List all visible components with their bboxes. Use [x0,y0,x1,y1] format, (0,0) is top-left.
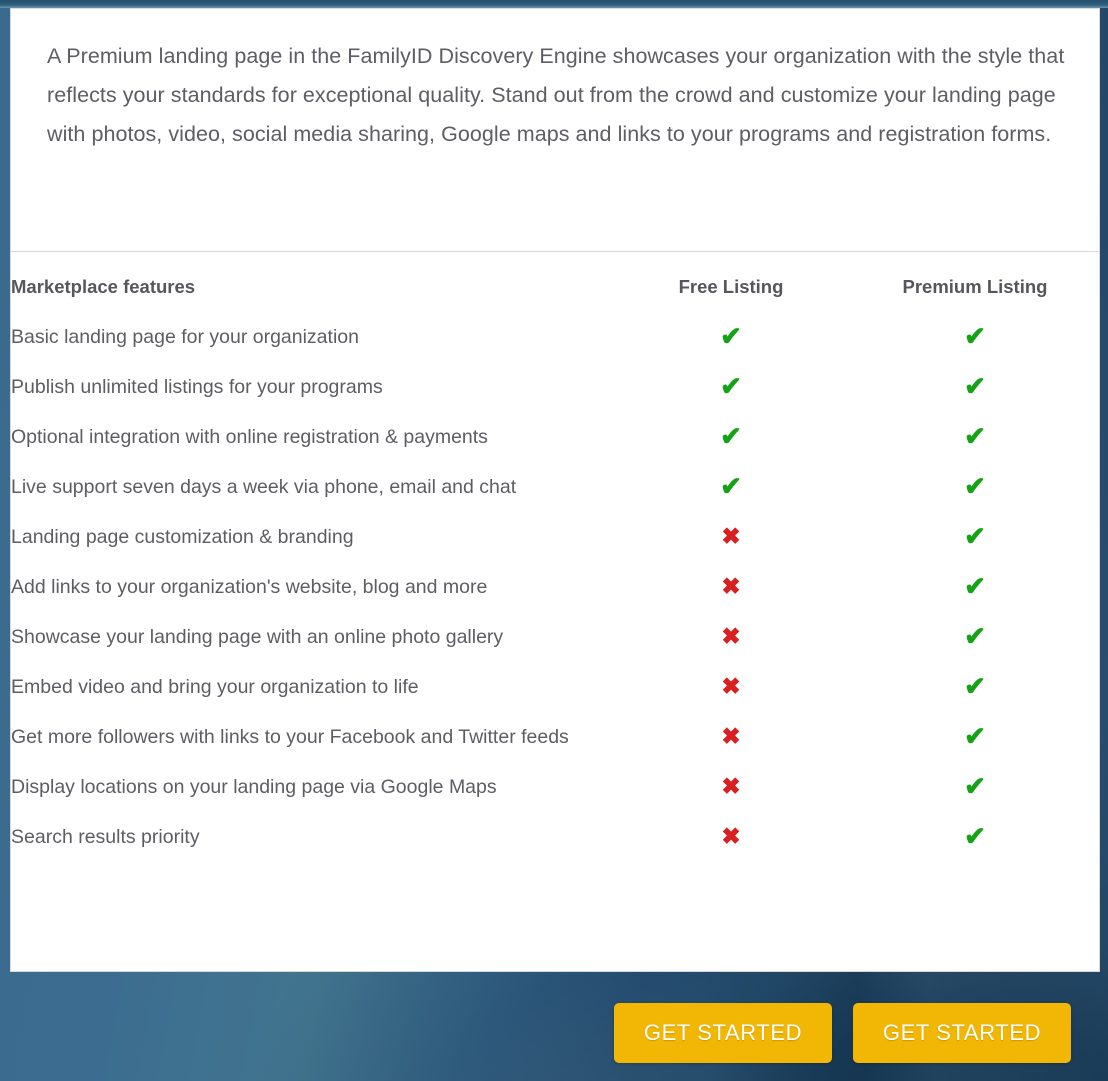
check-icon: ✔ [964,671,986,701]
table-body: Basic landing page for your organization… [11,312,1099,862]
column-header-free-listing: Free Listing [678,276,784,297]
feature-label: Publish unlimited listings for your prog… [11,375,383,398]
feature-label: Get more followers with links to your Fa… [11,725,569,748]
free-listing-cell: ✖ [611,812,851,862]
premium-listing-cell: ✔ [851,612,1099,662]
check-icon: ✔ [720,421,742,451]
feature-label: Landing page customization & branding [11,525,354,548]
check-icon: ✔ [964,821,986,851]
premium-listing-cell: ✔ [851,562,1099,612]
cross-icon: ✖ [721,822,741,849]
check-icon: ✔ [964,521,986,551]
premium-listing-cell: ✔ [851,662,1099,712]
table-row: Showcase your landing page with an onlin… [11,612,1099,662]
feature-label: Add links to your organization's website… [11,575,488,598]
check-icon: ✔ [720,371,742,401]
table-row: Get more followers with links to your Fa… [11,712,1099,762]
pricing-comparison-card: A Premium landing page in the FamilyID D… [10,8,1100,972]
check-icon: ✔ [964,321,986,351]
free-listing-cell: ✖ [611,562,851,612]
table-header: Marketplace features Free Listing Premiu… [11,252,1099,312]
table-row: Display locations on your landing page v… [11,762,1099,812]
free-listing-cell: ✖ [611,612,851,662]
check-icon: ✔ [964,421,986,451]
table-row: Publish unlimited listings for your prog… [11,362,1099,412]
check-icon: ✔ [964,771,986,801]
table-row: Basic landing page for your organization… [11,312,1099,362]
feature-label: Embed video and bring your organization … [11,675,419,698]
footer-cta-group: GET STARTED GET STARTED [0,1003,1108,1065]
free-listing-cell: ✔ [611,412,851,462]
table-row: Add links to your organization's website… [11,562,1099,612]
free-listing-cell: ✖ [611,662,851,712]
feature-label: Live support seven days a week via phone… [11,475,517,498]
table-row: Landing page customization & branding ✖ ✔ [11,512,1099,562]
cross-icon: ✖ [721,522,741,549]
premium-listing-cell: ✔ [851,712,1099,762]
premium-listing-cell: ✔ [851,362,1099,412]
cross-icon: ✖ [721,722,741,749]
column-header-premium-listing: Premium Listing [902,276,1048,297]
premium-listing-cell: ✔ [851,512,1099,562]
premium-listing-cell: ✔ [851,762,1099,812]
free-listing-cell: ✔ [611,312,851,362]
feature-label: Basic landing page for your organization [11,325,359,348]
check-icon: ✔ [720,321,742,351]
get-started-premium-button[interactable]: GET STARTED [853,1003,1071,1063]
premium-listing-cell: ✔ [851,812,1099,862]
premium-listing-cell: ✔ [851,412,1099,462]
check-icon: ✔ [720,471,742,501]
check-icon: ✔ [964,471,986,501]
feature-comparison-table: Marketplace features Free Listing Premiu… [11,252,1099,862]
intro-section: A Premium landing page in the FamilyID D… [11,9,1099,251]
check-icon: ✔ [964,621,986,651]
cross-icon: ✖ [721,622,741,649]
table-row: Search results priority ✖ ✔ [11,812,1099,862]
intro-paragraph: A Premium landing page in the FamilyID D… [47,44,1065,146]
premium-listing-cell: ✔ [851,312,1099,362]
top-accent-bar [0,0,1108,8]
table-row: Live support seven days a week via phone… [11,462,1099,512]
free-listing-cell: ✖ [611,712,851,762]
feature-label: Showcase your landing page with an onlin… [11,625,504,648]
check-icon: ✔ [964,571,986,601]
cross-icon: ✖ [721,772,741,799]
get-started-free-button[interactable]: GET STARTED [614,1003,832,1063]
free-listing-cell: ✖ [611,512,851,562]
table-header-row: Marketplace features Free Listing Premiu… [11,252,1099,312]
free-listing-cell: ✔ [611,362,851,412]
feature-label: Search results priority [11,825,200,848]
free-listing-cell: ✖ [611,762,851,812]
check-icon: ✔ [964,721,986,751]
table-row: Embed video and bring your organization … [11,662,1099,712]
feature-label: Display locations on your landing page v… [11,775,497,798]
free-listing-cell: ✔ [611,462,851,512]
table-row: Optional integration with online registr… [11,412,1099,462]
column-header-feature: Marketplace features [11,276,196,297]
check-icon: ✔ [964,371,986,401]
cross-icon: ✖ [721,672,741,699]
feature-label: Optional integration with online registr… [11,425,488,448]
premium-listing-cell: ✔ [851,462,1099,512]
cross-icon: ✖ [721,572,741,599]
